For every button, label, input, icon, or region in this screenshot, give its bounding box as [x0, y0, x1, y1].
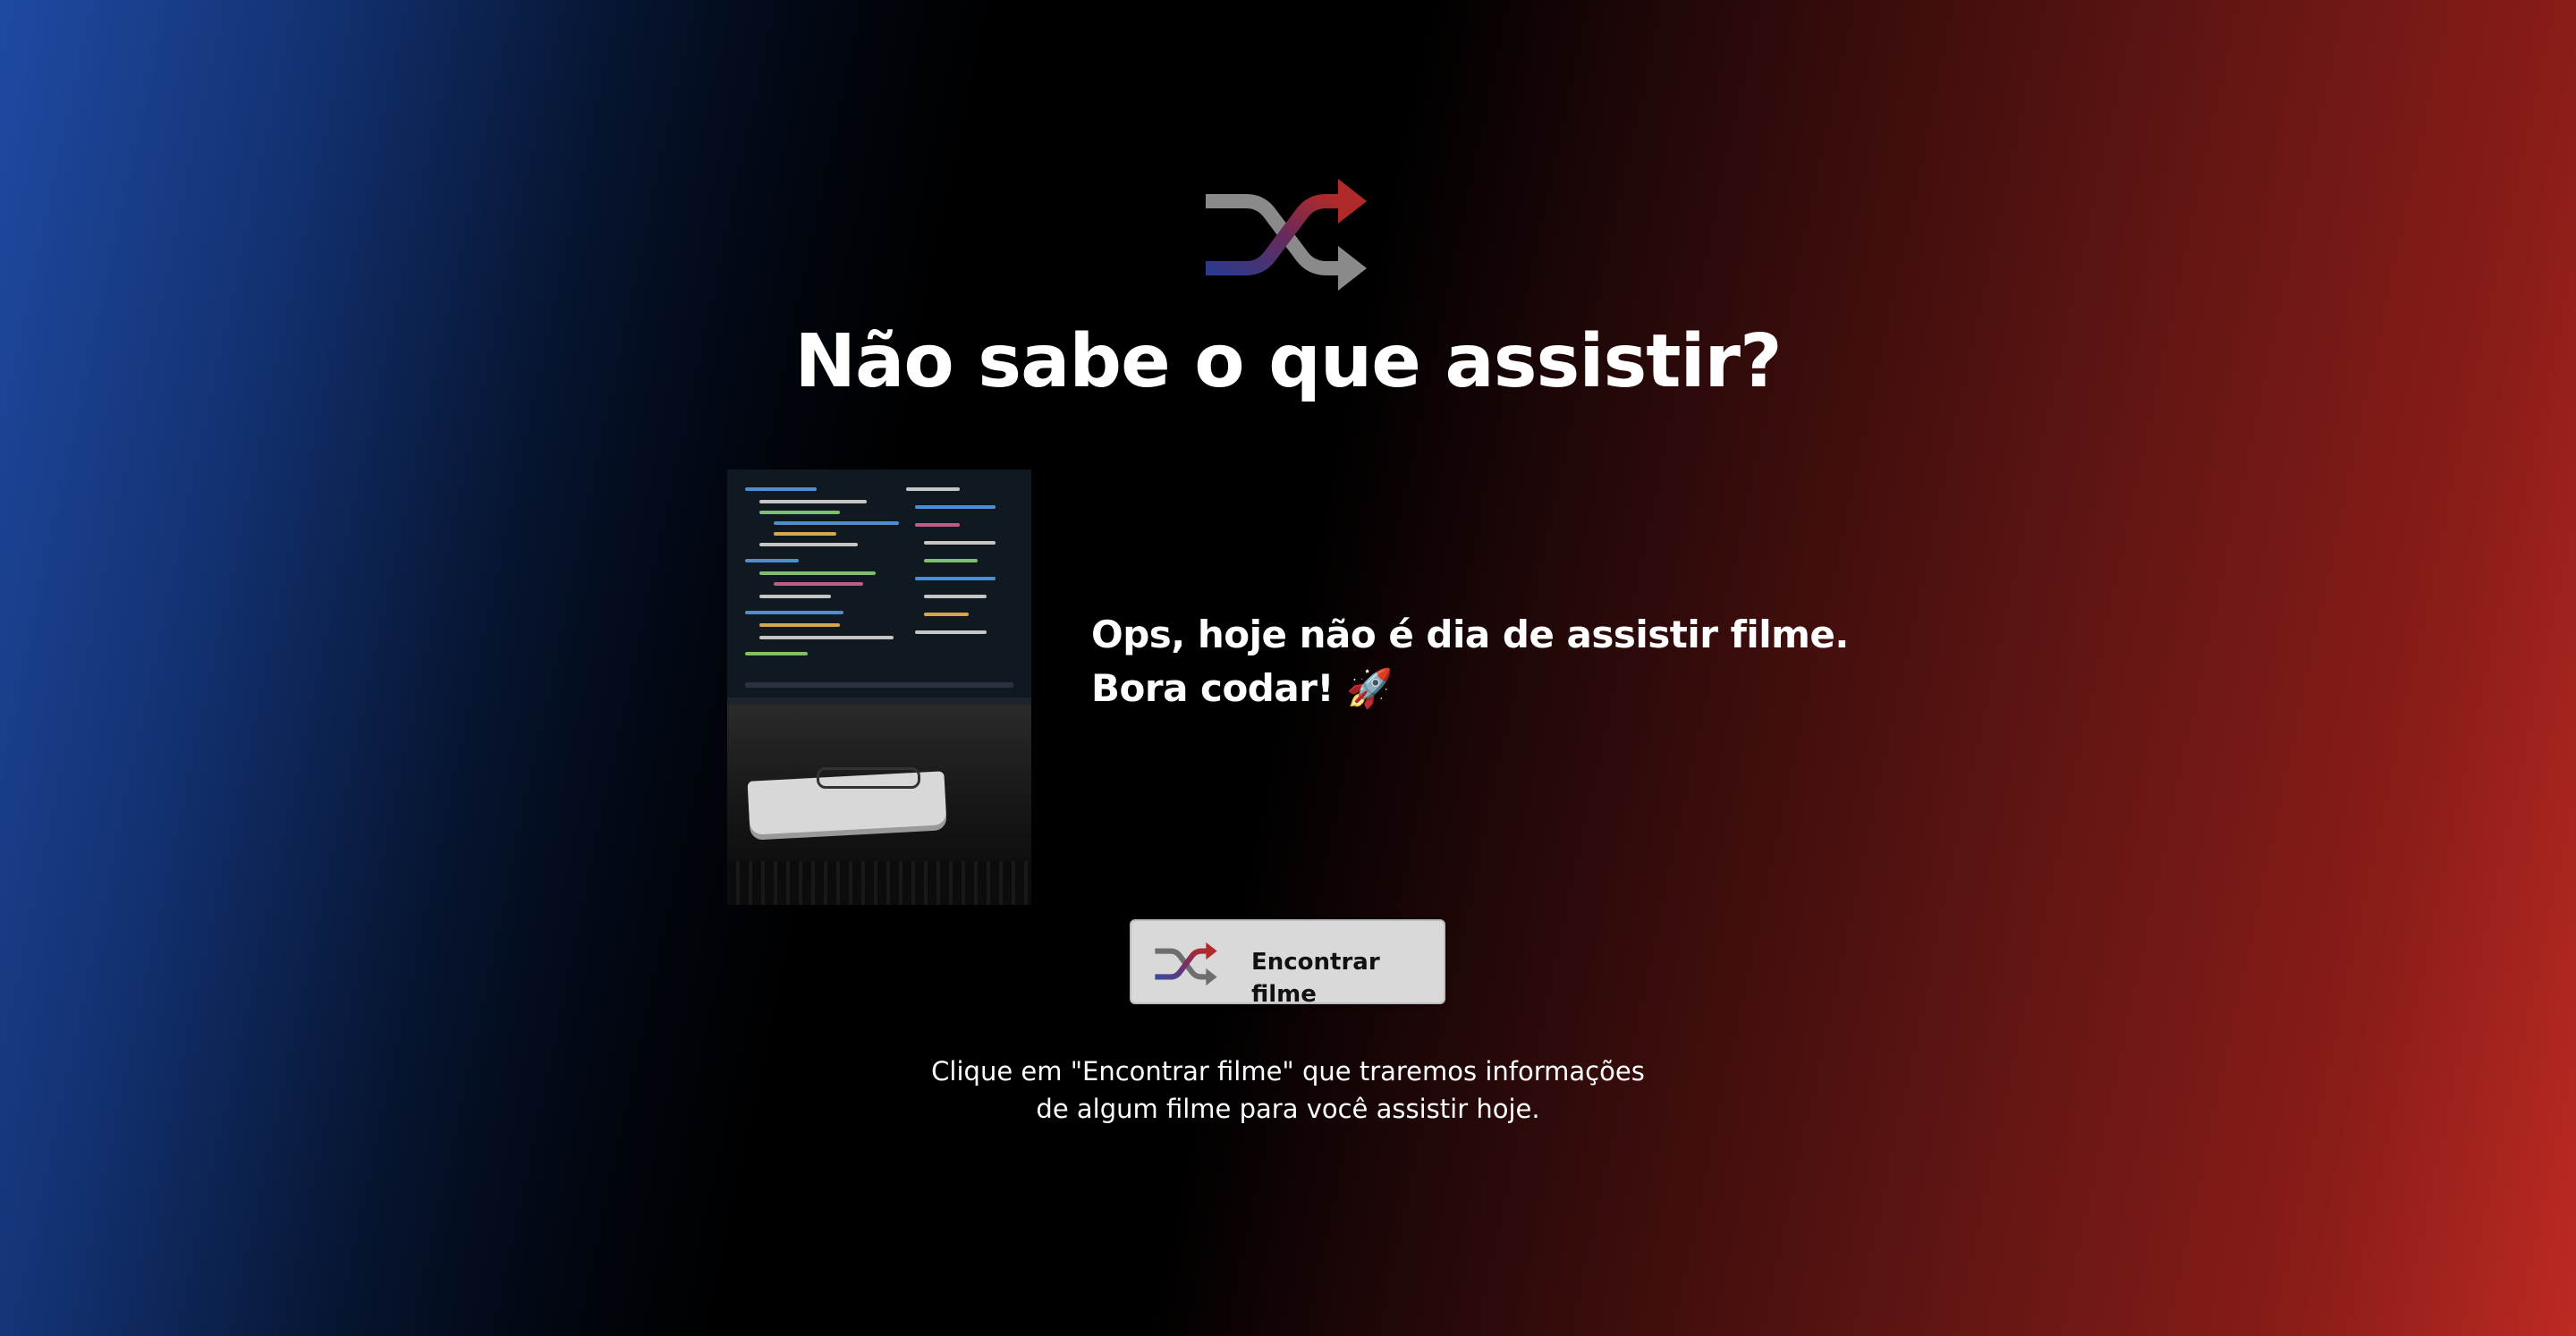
- instructions-text: Clique em "Encontrar filme" que traremos…: [0, 1053, 2576, 1128]
- instructions-line-1: Clique em "Encontrar filme" que traremos…: [931, 1056, 1645, 1087]
- find-movie-button[interactable]: Encontrar filme: [1130, 919, 1445, 1008]
- keyboard-image: [727, 861, 1031, 905]
- page-title: Não sabe o que assistir?: [794, 319, 1782, 404]
- desk: [727, 705, 1031, 905]
- shuffle-icon: [1155, 942, 1217, 986]
- glasses-image: [817, 767, 920, 789]
- shuffle-icon: [1206, 179, 1367, 291]
- monitor-screen: [727, 469, 1031, 705]
- movie-description: Ops, hoje não é dia de assistir filme. B…: [1091, 613, 1849, 710]
- find-movie-button-label: Encontrar filme: [1251, 949, 1380, 1008]
- instructions-line-2: de algum filme para você assistir hoje.: [1036, 1094, 1540, 1124]
- movie-poster: [727, 469, 1031, 905]
